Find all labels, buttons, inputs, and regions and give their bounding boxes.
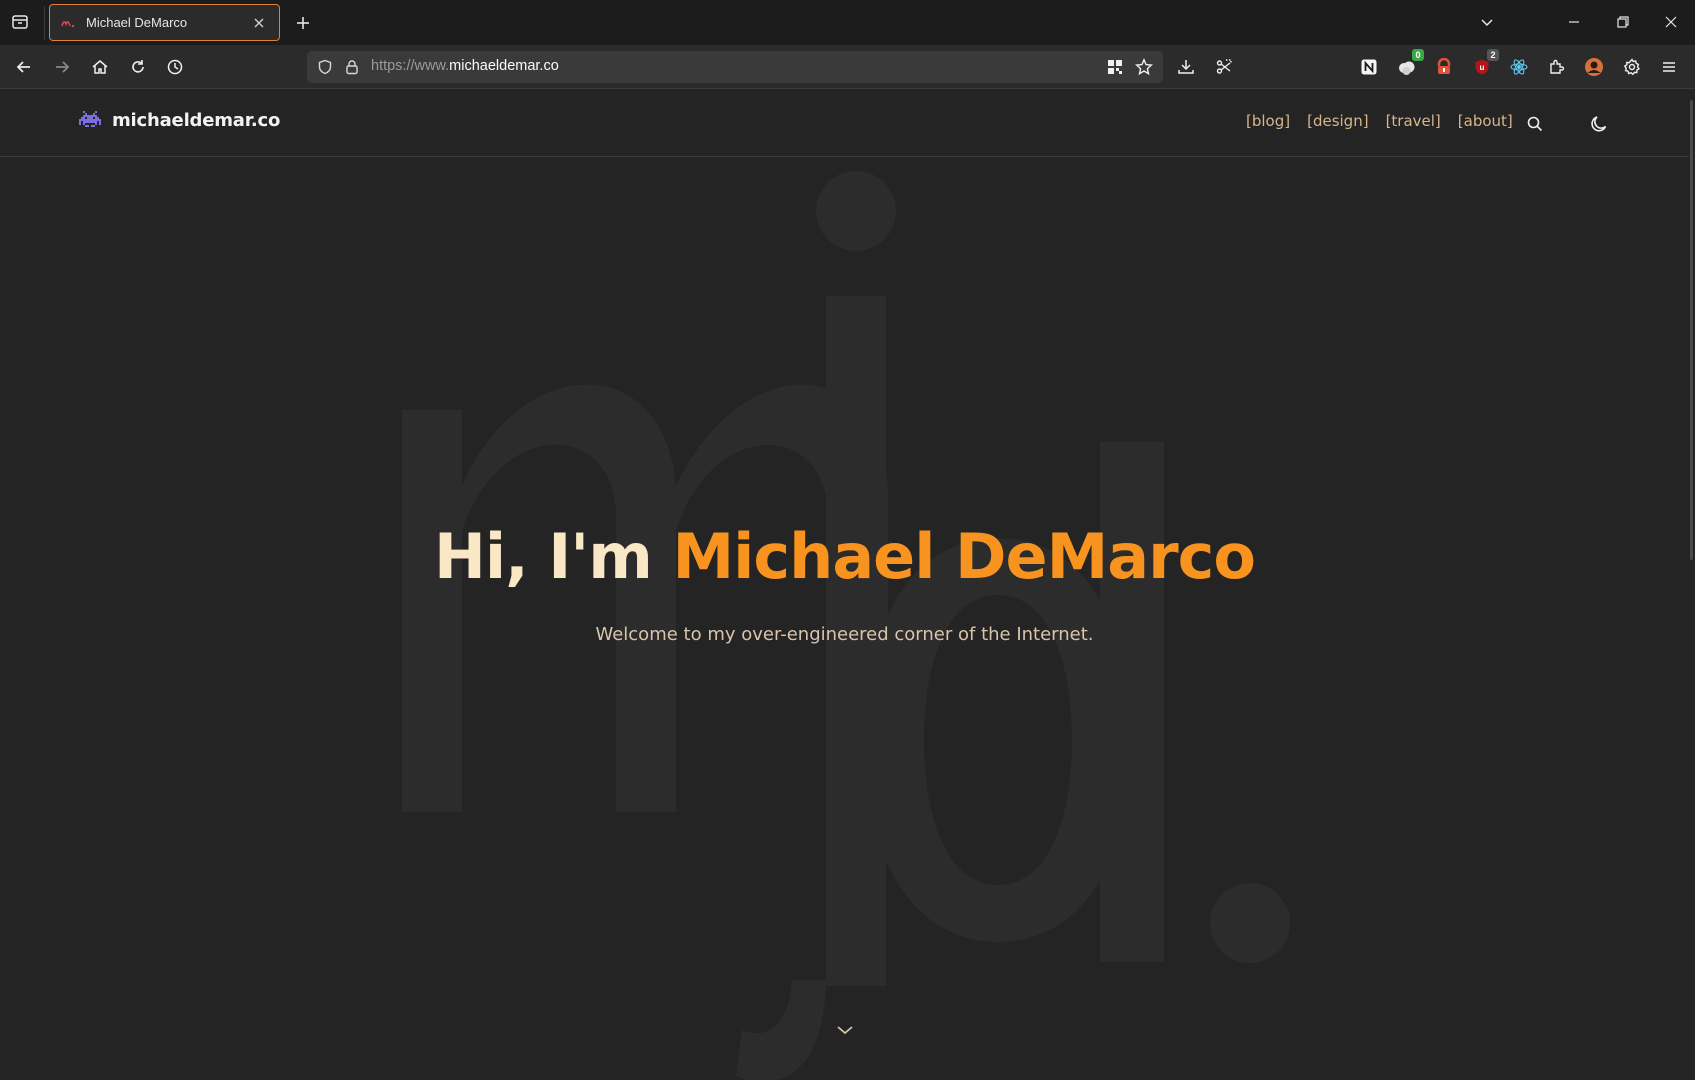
nav-link-design[interactable]: [design] — [1307, 112, 1368, 130]
page-scrollbar[interactable] — [1689, 90, 1695, 1080]
hero-greeting: Hi, I'm — [433, 520, 653, 593]
react-devtools-extension-icon[interactable] — [1507, 55, 1531, 79]
extensions-puzzle-icon[interactable] — [1545, 55, 1569, 79]
reload-icon[interactable] — [126, 55, 150, 79]
site-logo[interactable]: michaeldemar.co — [78, 108, 280, 132]
tab-overflow-chevron-down-icon[interactable] — [1475, 10, 1499, 34]
tab-title: Michael DeMarco — [86, 15, 188, 30]
tab-strip: Michael DeMarco — [0, 0, 1695, 45]
tab-list-icon[interactable] — [8, 10, 32, 34]
hero-subtitle: Welcome to my over-engineered corner of … — [595, 624, 1094, 645]
downloads-icon[interactable] — [1174, 55, 1198, 79]
site-header: michaeldemar.co [blog] [design] [travel]… — [0, 90, 1689, 157]
tab-michael-demarco[interactable]: Michael DeMarco — [49, 4, 280, 41]
notion-extension-icon[interactable] — [1357, 55, 1381, 79]
url-prefix: https://www. — [371, 58, 450, 74]
search-icon[interactable] — [1523, 112, 1547, 136]
url-text[interactable]: https://www.michaeldemar.co — [371, 58, 559, 74]
ublock-origin-extension-icon[interactable]: u 2 — [1470, 49, 1499, 79]
web-page: michaeldemar.co [blog] [design] [travel]… — [0, 90, 1689, 1080]
scroll-down-chevron-icon[interactable] — [833, 1018, 857, 1042]
extension-badge-red: 2 — [1487, 49, 1499, 61]
svg-text:u: u — [1480, 63, 1485, 72]
password-manager-extension-icon[interactable] — [1432, 55, 1456, 79]
hero-title: Hi, I'm Michael DeMarco — [0, 520, 1689, 593]
qr-code-icon[interactable] — [1104, 56, 1126, 78]
restore-icon[interactable] — [1611, 10, 1635, 34]
navigation-toolbar: https://www.michaeldemar.co 0 u 2 — [0, 45, 1695, 89]
home-icon[interactable] — [88, 55, 112, 79]
scrollbar-thumb[interactable] — [1690, 100, 1693, 560]
nav-link-blog[interactable]: [blog] — [1246, 112, 1290, 130]
app-menu-hamburger-icon[interactable] — [1657, 55, 1681, 79]
dark-mode-moon-icon[interactable] — [1587, 112, 1611, 136]
tab-close-icon[interactable] — [249, 13, 269, 33]
hero-name: Michael DeMarco — [672, 520, 1256, 593]
tab-separator — [44, 6, 45, 40]
site-name: michaeldemar.co — [112, 109, 281, 131]
profile-avatar-icon[interactable] — [1582, 55, 1606, 79]
site-favicon-icon — [60, 15, 76, 31]
forward-arrow-icon[interactable] — [50, 55, 74, 79]
url-domain: michaeldemar.co — [449, 58, 559, 74]
lock-icon[interactable] — [341, 56, 363, 78]
space-invader-logo-icon — [79, 111, 101, 127]
address-bar[interactable]: https://www.michaeldemar.co — [307, 51, 1163, 83]
minimize-icon[interactable] — [1562, 10, 1586, 34]
tracking-shield-icon[interactable] — [314, 56, 336, 78]
back-arrow-icon[interactable] — [12, 55, 36, 79]
new-tab-icon[interactable] — [291, 11, 315, 35]
close-window-icon[interactable] — [1659, 10, 1683, 34]
settings-gear-icon[interactable] — [1620, 55, 1644, 79]
screenshot-scissors-icon[interactable] — [1212, 55, 1236, 79]
extension-badge-green: 0 — [1412, 49, 1424, 61]
weather-extension-icon[interactable]: 0 — [1395, 49, 1424, 79]
site-nav: [blog] [design] [travel] [about] — [1246, 112, 1513, 130]
nav-link-about[interactable]: [about] — [1458, 112, 1513, 130]
history-clock-icon[interactable] — [163, 55, 187, 79]
nav-link-travel[interactable]: [travel] — [1386, 112, 1441, 130]
bookmark-star-icon[interactable] — [1133, 56, 1155, 78]
